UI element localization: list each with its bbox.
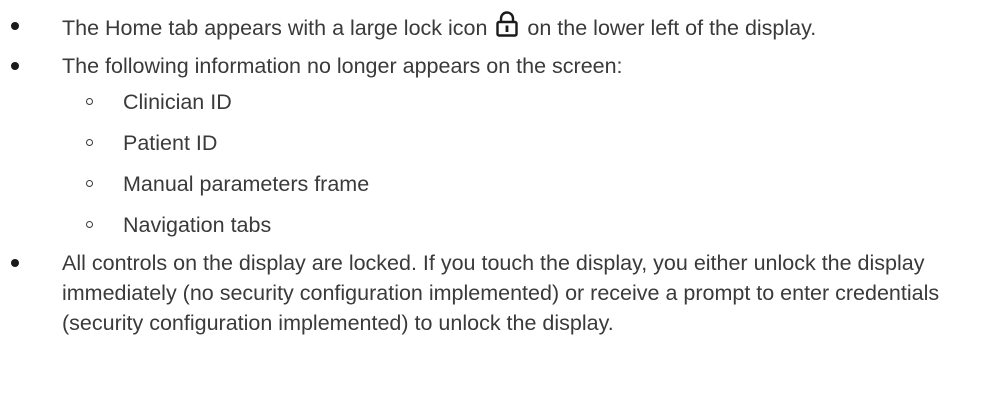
- sub-item-navigation-tabs: Navigation tabs: [62, 210, 1000, 240]
- bullet-text: The following information no longer appe…: [62, 54, 623, 78]
- bullet-text: The Home tab appears with a large lock i…: [62, 11, 1000, 43]
- bullet-item-info-removed: The following information no longer appe…: [0, 51, 1000, 240]
- bullet-item-home-tab: The Home tab appears with a large lock i…: [0, 11, 1000, 43]
- sub-item-clinician-id: Clinician ID: [62, 87, 1000, 117]
- bullet-marker: [11, 62, 19, 70]
- document-page: The Home tab appears with a large lock i…: [0, 0, 1008, 407]
- bullet-text: All controls on the display are locked. …: [62, 251, 940, 335]
- sub-item-label: Clinician ID: [123, 90, 232, 114]
- sub-item-label: Manual parameters frame: [123, 172, 370, 196]
- sub-bullet-marker: [86, 180, 93, 187]
- sub-list: Clinician ID Patient ID Manual parameter…: [62, 87, 1000, 240]
- bullet-marker: [11, 22, 19, 30]
- sub-bullet-marker: [86, 139, 93, 146]
- sub-item-patient-id: Patient ID: [62, 128, 1000, 158]
- bullet-text-before-icon: The Home tab appears with a large lock i…: [62, 16, 488, 40]
- bullet-item-controls-locked: All controls on the display are locked. …: [0, 248, 1000, 338]
- bullet-text-after-icon: on the lower left of the display.: [527, 16, 817, 40]
- lock-icon: [496, 11, 519, 37]
- bullet-list: The Home tab appears with a large lock i…: [0, 11, 1000, 338]
- sub-bullet-marker: [86, 221, 93, 228]
- sub-item-label: Navigation tabs: [123, 213, 272, 237]
- sub-item-manual-parameters-frame: Manual parameters frame: [62, 169, 1000, 199]
- bullet-marker: [11, 259, 19, 267]
- sub-bullet-marker: [86, 98, 93, 105]
- sub-item-label: Patient ID: [123, 131, 218, 155]
